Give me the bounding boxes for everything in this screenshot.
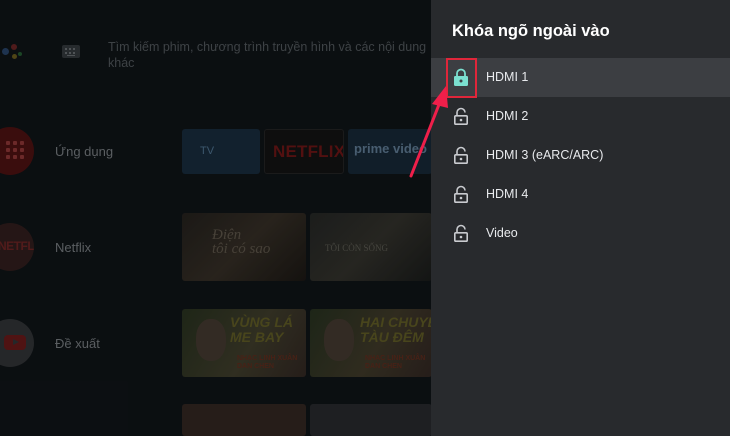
row-label-apps: Ứng dụng: [55, 144, 114, 159]
netflix-poster-2[interactable]: TÔI CÒN SỐNG: [310, 213, 432, 281]
row-label-netflix: Netflix: [55, 240, 92, 255]
poster-2-title: TÔI CÒN SỐNG: [325, 243, 388, 253]
option-hdmi-2[interactable]: HDMI 2: [431, 97, 730, 136]
option-label: HDMI 3 (eARC/ARC): [486, 148, 604, 162]
option-hdmi-4[interactable]: HDMI 4: [431, 175, 730, 214]
netflix-poster-1[interactable]: Điện tôi có sao: [182, 213, 306, 281]
thumbnail-face: [196, 319, 226, 361]
thumb-2-subtitle: NHẠC LINH XUÂN DAN CHEN: [365, 355, 426, 370]
app-tile-netflix-label: NETFLIX: [273, 142, 344, 161]
thumbnail-face: [324, 319, 354, 361]
panel-title: Khóa ngõ ngoài vào: [452, 22, 610, 40]
option-label: HDMI 2: [486, 109, 529, 123]
option-video[interactable]: Video: [431, 214, 730, 253]
youtube-icon: [0, 319, 34, 367]
google-assistant-icon: [2, 40, 26, 68]
annotation-highlight-box: [446, 58, 477, 98]
recommended-thumb-1[interactable]: VÙNG LÁ ME BAY NHẠC LINH XUÂN DAN CHEN: [182, 309, 306, 377]
lock-open-icon: [453, 224, 468, 242]
app-tile-prime-video[interactable]: prime video: [348, 129, 432, 174]
lock-open-icon: [453, 185, 468, 203]
lock-open-icon: [453, 146, 468, 164]
app-tile-tv[interactable]: TV: [182, 129, 260, 174]
option-label: HDMI 4: [486, 187, 529, 201]
option-label: HDMI 1: [486, 70, 529, 84]
recommended-thumb-2[interactable]: HAI CHUYẾN TÀU ĐÊM NHẠC LINH XUÂN DAN CH…: [310, 309, 432, 377]
thumb-1-title: VÙNG LÁ ME BAY: [230, 314, 293, 345]
thumb-1-subtitle: NHẠC LINH XUÂN DAN CHEN: [237, 355, 298, 370]
poster-1-title: Điện tôi có sao: [212, 227, 271, 257]
app-tile-prime-label: prime video: [354, 141, 427, 156]
app-tile-tv-label: TV: [200, 145, 215, 157]
app-tile-netflix[interactable]: NETFLIX: [264, 129, 344, 174]
netflix-icon: NETFLIX: [0, 223, 34, 271]
lock-open-icon: [453, 107, 468, 125]
bottom-tile-1[interactable]: [182, 404, 306, 436]
option-hdmi-3[interactable]: HDMI 3 (eARC/ARC): [431, 136, 730, 175]
apps-grid-icon: [0, 127, 34, 175]
home-screen-background: Tìm kiếm phim, chương trình truyền hình …: [0, 0, 432, 436]
keyboard-icon: [62, 45, 80, 58]
search-bar-text[interactable]: Tìm kiếm phim, chương trình truyền hình …: [108, 39, 428, 71]
option-label: Video: [486, 226, 518, 240]
bottom-tile-2[interactable]: [310, 404, 432, 436]
row-label-recommended: Đề xuất: [55, 336, 100, 351]
thumb-2-title: HAI CHUYẾN TÀU ĐÊM: [360, 314, 432, 345]
